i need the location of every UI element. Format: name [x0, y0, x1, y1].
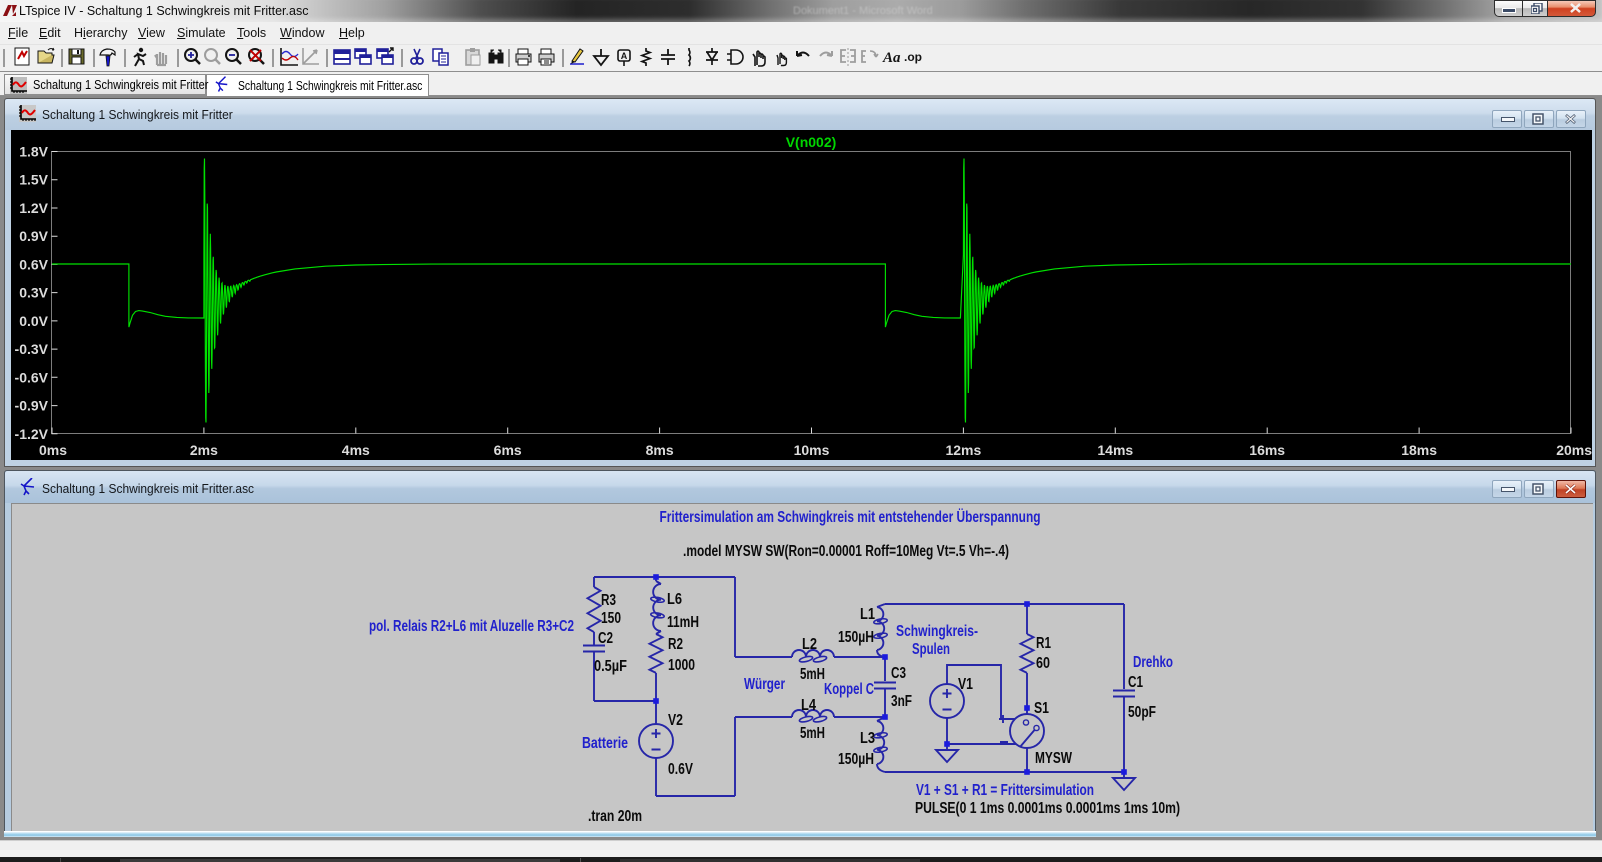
- svg-text:0ms: 0ms: [39, 442, 67, 458]
- svg-text:20ms: 20ms: [1556, 442, 1592, 458]
- svg-text:R1: R1: [1036, 635, 1051, 652]
- svg-text:-0.3V: -0.3V: [15, 341, 49, 357]
- svg-text:.tran 20m: .tran 20m: [588, 808, 642, 825]
- svg-text:R2: R2: [668, 636, 683, 653]
- svg-text:11mH: 11mH: [667, 614, 699, 631]
- svg-text:0.6V: 0.6V: [668, 761, 694, 778]
- svg-text:Batterie: Batterie: [582, 735, 628, 752]
- svg-text:Drehko: Drehko: [1133, 654, 1173, 671]
- svg-text:L2: L2: [802, 636, 817, 653]
- svg-text:V1 + S1 + R1 = Frittersimulati: V1 + S1 + R1 = Frittersimulation: [916, 782, 1094, 799]
- svg-text:A: A: [621, 51, 628, 61]
- svg-text:0.0V: 0.0V: [19, 313, 48, 329]
- svg-text:2ms: 2ms: [190, 442, 218, 458]
- svg-text:-0.9V: -0.9V: [15, 398, 49, 414]
- svg-text:-0.6V: -0.6V: [15, 369, 49, 385]
- svg-text:-1.2V: -1.2V: [15, 426, 49, 442]
- svg-text:14ms: 14ms: [1097, 442, 1133, 458]
- svg-text:0.6V: 0.6V: [19, 256, 48, 272]
- svg-text:12ms: 12ms: [945, 442, 981, 458]
- svg-text:1000: 1000: [668, 657, 695, 674]
- svg-text:PULSE(0 1 1ms 0.0001ms 0.0001m: PULSE(0 1 1ms 0.0001ms 0.0001ms 1ms 10m): [915, 800, 1180, 817]
- svg-text:6ms: 6ms: [494, 442, 522, 458]
- svg-text:V1: V1: [958, 676, 973, 693]
- svg-text:5mH: 5mH: [800, 725, 825, 742]
- svg-text:C3: C3: [891, 665, 906, 682]
- svg-text:150µH: 150µH: [838, 751, 874, 768]
- svg-text:Koppel C: Koppel C: [824, 681, 874, 698]
- svg-text:L3: L3: [860, 730, 875, 747]
- svg-text:4ms: 4ms: [342, 442, 370, 458]
- svg-text:3nF: 3nF: [891, 693, 912, 710]
- svg-text:10ms: 10ms: [794, 442, 830, 458]
- svg-text:16ms: 16ms: [1249, 442, 1285, 458]
- svg-text:150: 150: [601, 610, 621, 627]
- svg-text:60: 60: [1036, 655, 1050, 672]
- svg-text:Spulen: Spulen: [912, 641, 950, 658]
- svg-text:.op: .op: [904, 50, 922, 64]
- svg-text:Würger: Würger: [744, 676, 785, 693]
- svg-text:L4: L4: [801, 697, 816, 714]
- svg-text:0.5µF: 0.5µF: [594, 658, 627, 675]
- svg-text:R3: R3: [601, 592, 616, 609]
- svg-text:Aa: Aa: [882, 50, 901, 66]
- svg-text:C1: C1: [1128, 674, 1143, 691]
- svg-text:8ms: 8ms: [646, 442, 674, 458]
- svg-text:V(n002): V(n002): [786, 134, 837, 150]
- svg-text:pol. Relais R2+L6 mit Aluzelle: pol. Relais R2+L6 mit Aluzelle R3+C2: [369, 618, 574, 635]
- svg-text:18ms: 18ms: [1401, 442, 1437, 458]
- svg-text:0.9V: 0.9V: [19, 228, 48, 244]
- svg-text:S1: S1: [1034, 700, 1049, 717]
- svg-text:1.5V: 1.5V: [19, 172, 48, 188]
- svg-text:5mH: 5mH: [800, 666, 825, 683]
- svg-text:Frittersimulation am Schwingkr: Frittersimulation am Schwingkreis mit en…: [660, 509, 1041, 526]
- svg-text:.model MYSW SW(Ron=0.00001 Rof: .model MYSW SW(Ron=0.00001 Roff=10Meg Vt…: [683, 543, 1009, 560]
- svg-text:L6: L6: [667, 591, 682, 608]
- svg-text:MYSW: MYSW: [1035, 750, 1072, 767]
- svg-text:C2: C2: [598, 630, 613, 647]
- svg-text:1.2V: 1.2V: [19, 200, 48, 216]
- svg-text:50pF: 50pF: [1128, 704, 1156, 721]
- svg-text:150µH: 150µH: [838, 629, 874, 646]
- svg-text:V2: V2: [668, 712, 683, 729]
- svg-text:Schwingkreis-: Schwingkreis-: [896, 623, 978, 640]
- svg-text:L1: L1: [860, 606, 875, 623]
- svg-text:1.8V: 1.8V: [19, 144, 48, 160]
- svg-text:0.3V: 0.3V: [19, 285, 48, 301]
